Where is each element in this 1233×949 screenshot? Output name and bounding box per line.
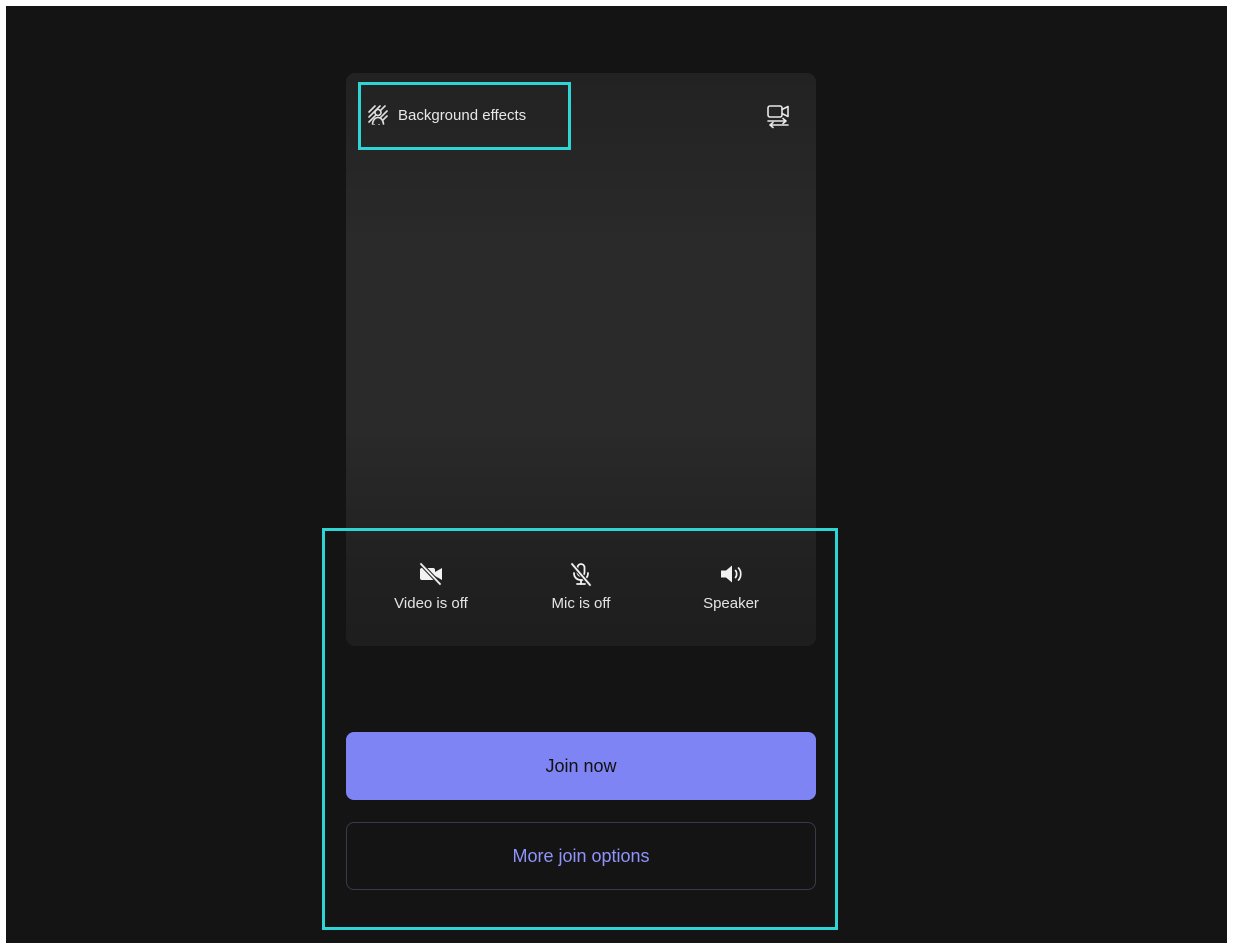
more-join-options-button[interactable]: More join options <box>346 822 816 890</box>
device-controls: Video is off Mic is off Speaker <box>376 561 786 612</box>
background-effects-icon <box>368 105 388 125</box>
meeting-prejoin-screen: Background effects Video is off Mic is o… <box>6 6 1227 943</box>
video-toggle[interactable]: Video is off <box>376 561 486 612</box>
speaker-toggle[interactable]: Speaker <box>676 561 786 612</box>
video-status-label: Video is off <box>394 595 468 612</box>
mic-status-label: Mic is off <box>551 595 611 612</box>
switch-camera-icon <box>767 105 789 129</box>
speaker-label: Speaker <box>703 595 759 612</box>
background-effects-button[interactable]: Background effects <box>366 97 526 133</box>
camera-preview: Background effects Video is off Mic is o… <box>346 73 816 646</box>
video-off-icon <box>419 562 442 586</box>
background-effects-label: Background effects <box>398 106 527 124</box>
speaker-icon <box>721 565 742 583</box>
mic-toggle[interactable]: Mic is off <box>526 561 636 612</box>
mic-off-icon <box>570 562 592 587</box>
join-now-button[interactable]: Join now <box>346 732 816 800</box>
switch-camera-button[interactable] <box>764 101 792 129</box>
